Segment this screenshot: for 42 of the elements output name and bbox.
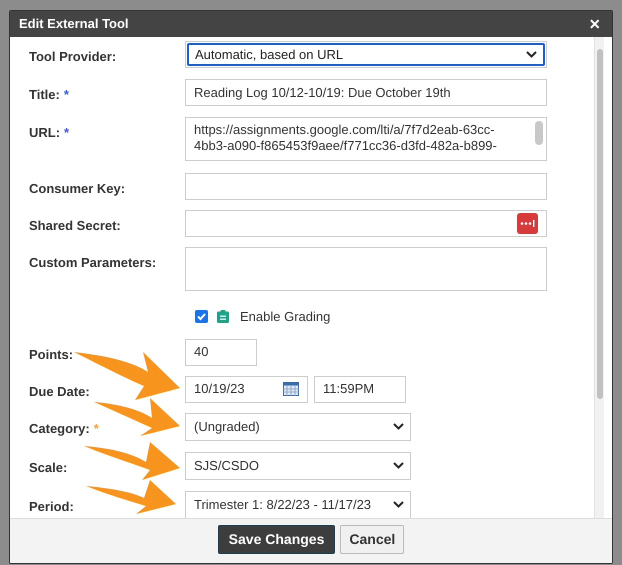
url-textarea[interactable]: https://assignments.google.com/lti/a/7f7d2eab-63cc- 4bb3-a090-f865453f9aee/f771cc36-d3fd-482a-b899- (185, 117, 547, 161)
field-label: Title: (29, 86, 60, 104)
field-label: Due Date: (29, 382, 90, 400)
field-label: Scale: (29, 458, 68, 476)
select-field[interactable]: Automatic, based on URL (187, 43, 545, 66)
select-field[interactable]: Trimester 1: 8/22/23 - 11/17/23 (185, 490, 411, 518)
scrollbar-thumb[interactable] (535, 121, 543, 145)
select-field[interactable]: SJS/CSDO (185, 452, 411, 480)
chevron-down-icon (393, 423, 404, 430)
cancel-button[interactable]: Cancel (340, 525, 404, 554)
scrollbar-thumb[interactable] (597, 49, 603, 399)
field-label: Period: (29, 498, 74, 516)
required-mark: * (94, 420, 99, 438)
text-field[interactable] (185, 173, 547, 200)
time-field[interactable]: 11:59PM (314, 376, 406, 402)
field-label: Category: (29, 420, 90, 438)
chevron-down-icon (526, 51, 537, 58)
calendar-icon[interactable] (283, 382, 299, 396)
field-label: Consumer Key: (29, 180, 126, 198)
required-mark: * (64, 86, 69, 104)
textarea-field[interactable] (185, 247, 547, 291)
dialog-title: Edit External Tool (19, 15, 129, 34)
dots-icon[interactable] (517, 213, 538, 234)
field-label: URL: (29, 124, 60, 142)
text-field[interactable]: Reading Log 10/12-10/19: Due October 19th (185, 79, 547, 106)
save-button[interactable]: Save Changes (218, 525, 336, 554)
field-label: Points: (29, 346, 74, 364)
checkbox-label: Enable Grading (240, 308, 330, 326)
checkbox[interactable] (195, 310, 208, 324)
chevron-down-icon (393, 501, 404, 508)
clipboard-icon (217, 310, 229, 324)
select-field[interactable]: (Ungraded) (185, 412, 411, 440)
text-field[interactable]: 40 (185, 338, 257, 366)
field-label: Shared Secret: (29, 217, 121, 235)
field-label: Custom Parameters: (29, 254, 156, 272)
scrollbar[interactable] (594, 37, 604, 518)
password-field[interactable] (185, 210, 547, 237)
field-label: Tool Provider: (29, 48, 116, 66)
date-field[interactable]: 10/19/23 (185, 376, 308, 402)
chevron-down-icon (393, 462, 404, 469)
close-button[interactable]: × (589, 15, 600, 33)
required-mark: * (64, 124, 70, 142)
